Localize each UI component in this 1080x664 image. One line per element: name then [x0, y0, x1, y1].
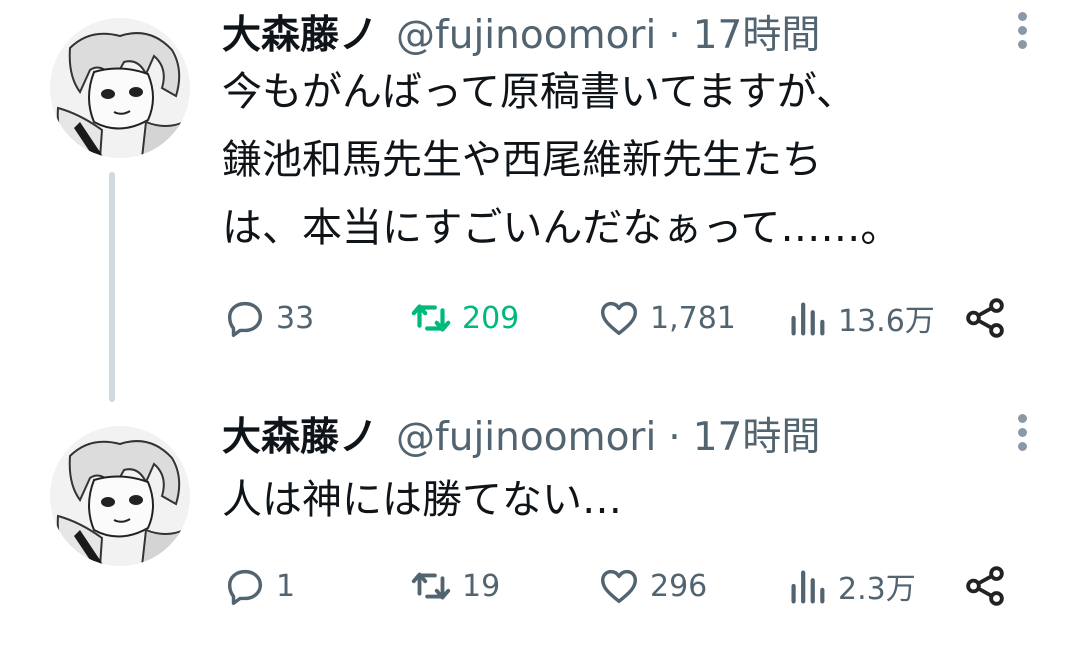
views-count: 2.3万 [838, 572, 916, 607]
retweet-button[interactable]: 19 [408, 556, 500, 616]
tweet-text-line: 今もがんばって原稿書いてますが、 [222, 69, 856, 115]
share-button[interactable] [962, 288, 1008, 348]
views-icon [791, 302, 825, 336]
reply-button[interactable]: 33 [222, 288, 314, 348]
like-count: 1,781 [650, 300, 736, 336]
reply-icon [227, 301, 263, 337]
reply-count: 33 [276, 300, 315, 336]
views-icon [791, 570, 825, 604]
share-button[interactable] [962, 556, 1008, 616]
views-button[interactable]: 13.6万 [784, 288, 935, 348]
separator-dot: · [668, 415, 681, 460]
author-handle[interactable]: @fujinoomori [396, 410, 656, 466]
like-count: 296 [650, 568, 708, 604]
like-button[interactable]: 296 [596, 556, 707, 616]
tweet-text: 今もがんばって原稿書いてますが、 鎌池和馬先生や西尾維新先生たち は、本当にすご… [222, 58, 1042, 262]
more-icon[interactable] [1014, 414, 1030, 460]
tweet-text-line: 鎌池和馬先生や西尾維新先生たち [222, 137, 822, 183]
tweet-text-line: は、本当にすごいんだなぁって……。 [222, 205, 901, 251]
like-icon [600, 301, 638, 336]
tweet[interactable]: 大森藤ノ @fujinoomori · 17時間 人は神には勝てない… 1 19… [0, 400, 1080, 664]
share-icon [966, 298, 1004, 338]
views-button[interactable]: 2.3万 [784, 556, 916, 616]
retweet-count: 209 [462, 300, 520, 336]
tweet-header: 大森藤ノ @fujinoomori · 17時間 [222, 8, 820, 64]
avatar-illustration [50, 426, 190, 566]
reply-button[interactable]: 1 [222, 556, 295, 616]
retweet-button[interactable]: 209 [408, 288, 519, 348]
avatar[interactable] [50, 426, 190, 566]
avatar-illustration [50, 18, 190, 158]
tweet[interactable]: 大森藤ノ @fujinoomori · 17時間 今もがんばって原稿書いてますが… [0, 0, 1080, 402]
like-icon [600, 569, 638, 604]
timestamp[interactable]: 17時間 [693, 410, 821, 466]
share-icon [966, 566, 1004, 606]
retweet-icon [411, 572, 451, 600]
reply-icon [227, 569, 263, 605]
retweet-count: 19 [462, 568, 501, 604]
views-count: 13.6万 [838, 304, 935, 339]
retweet-icon [411, 304, 451, 332]
separator-dot: · [668, 13, 681, 58]
tweet-header: 大森藤ノ @fujinoomori · 17時間 [222, 410, 820, 466]
author-name[interactable]: 大森藤ノ [222, 8, 378, 64]
tweet-text-line: 人は神には勝てない… [222, 477, 622, 523]
reply-count: 1 [276, 568, 296, 604]
tweet-text: 人は神には勝てない… [222, 466, 1042, 534]
more-icon[interactable] [1014, 12, 1030, 58]
thread-connector [109, 172, 115, 402]
avatar[interactable] [50, 18, 190, 158]
like-button[interactable]: 1,781 [596, 288, 736, 348]
author-name[interactable]: 大森藤ノ [222, 410, 378, 466]
action-bar: 1 19 296 2.3万 [222, 556, 1022, 616]
author-handle[interactable]: @fujinoomori [396, 8, 656, 64]
action-bar: 33 209 1,781 13.6万 [222, 288, 1022, 348]
timestamp[interactable]: 17時間 [693, 8, 821, 64]
